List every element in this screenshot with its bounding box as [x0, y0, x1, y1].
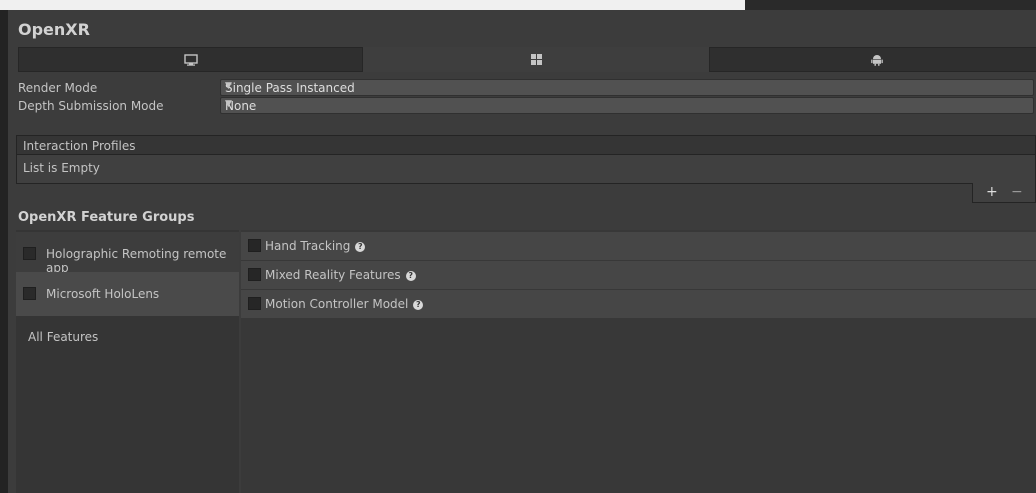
feature-group-label: Microsoft HoloLens [46, 287, 160, 301]
feature-row-motion-controller-model: Motion Controller Model? [241, 290, 1036, 318]
caret-down-icon: ▼ [225, 99, 232, 109]
tab-universal-windows-platform[interactable] [363, 47, 709, 72]
list-footer: + − [972, 183, 1036, 203]
feature-label: Hand Tracking [265, 239, 351, 253]
interaction-profiles-header: Interaction Profiles [16, 135, 1036, 155]
help-icon[interactable]: ? [405, 271, 416, 281]
list-empty-text: List is Empty [23, 161, 100, 175]
render-mode-label: Render Mode [18, 81, 98, 95]
feature-group-label: Holographic Remoting remote app [46, 247, 227, 275]
top-strip [0, 0, 1036, 10]
interaction-profiles-list: List is Empty [16, 155, 1036, 184]
feature-groups-title: OpenXR Feature Groups [18, 210, 195, 225]
render-mode-row: Render Mode Single Pass Instanced ▼ [18, 79, 1036, 96]
feature-group-microsoft-hololens[interactable]: Microsoft HoloLens [16, 272, 239, 316]
interaction-profiles-title: Interaction Profiles [23, 139, 136, 153]
features-panel: Hand Tracking? Mixed Reality Features? M… [241, 230, 1036, 493]
monitor-icon [183, 53, 198, 66]
caret-down-icon: ▼ [225, 81, 232, 91]
page-title: OpenXR [18, 20, 90, 39]
left-edge [0, 10, 8, 493]
feature-groups-sidebar: Holographic Remoting remote app Microsof… [16, 230, 239, 493]
help-icon[interactable]: ? [355, 242, 366, 252]
feature-row-mixed-reality-features: Mixed Reality Features? [241, 261, 1036, 289]
feature-label: Motion Controller Model [265, 297, 409, 311]
checkbox[interactable] [248, 297, 261, 310]
tab-standalone[interactable] [18, 47, 363, 72]
platform-tabs [18, 47, 1036, 72]
checkbox[interactable] [23, 287, 36, 300]
add-profile-button[interactable]: + [986, 184, 998, 200]
feature-row-hand-tracking: Hand Tracking? [241, 232, 1036, 260]
depth-submission-mode-dropdown[interactable]: None ▼ [220, 97, 1034, 114]
tab-android[interactable] [709, 47, 1036, 72]
android-icon [870, 55, 883, 66]
render-mode-dropdown[interactable]: Single Pass Instanced ▼ [220, 79, 1034, 96]
depth-submission-mode-label: Depth Submission Mode [18, 99, 164, 113]
checkbox[interactable] [248, 239, 261, 252]
windows-icon [530, 54, 542, 65]
all-features-item[interactable]: All Features [28, 330, 98, 344]
feature-group-holographic-remoting[interactable]: Holographic Remoting remote app [16, 232, 239, 276]
feature-label: Mixed Reality Features [265, 268, 401, 282]
checkbox[interactable] [23, 247, 36, 260]
help-icon[interactable]: ? [413, 300, 424, 310]
top-strip-fragment [745, 0, 1036, 10]
remove-profile-button[interactable]: − [1011, 184, 1023, 200]
depth-submission-mode-row: Depth Submission Mode None ▼ [18, 97, 1036, 114]
checkbox[interactable] [248, 268, 261, 281]
